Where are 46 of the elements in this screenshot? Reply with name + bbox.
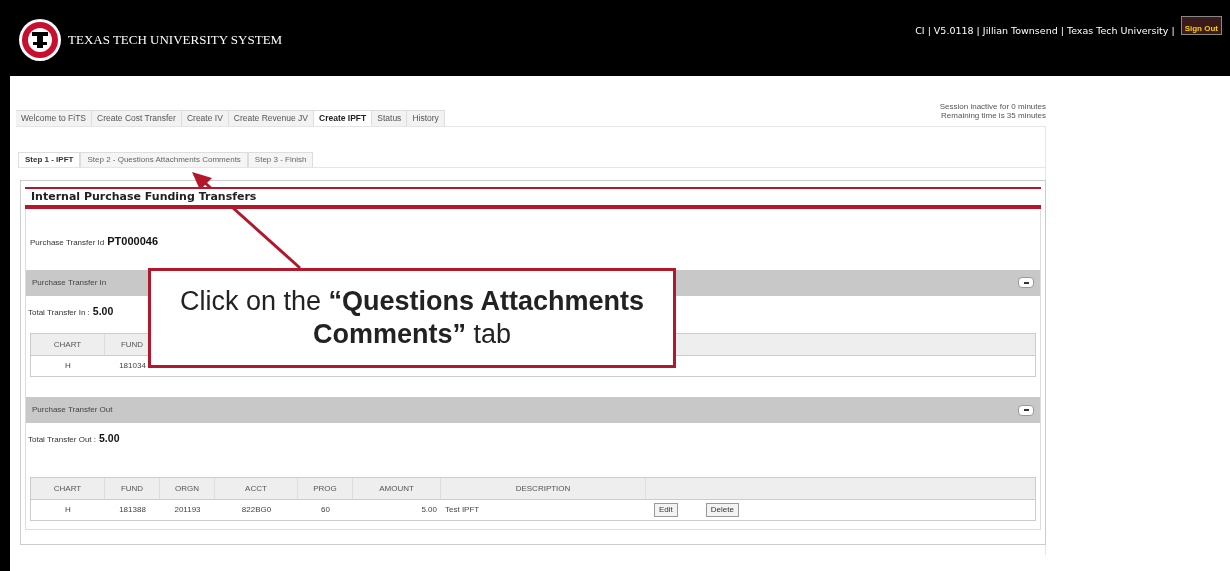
panel-title: Internal Purchase Funding Transfers [31, 188, 257, 206]
row-action-button[interactable]: Delete [705, 503, 739, 517]
transfer-id-value: PT000046 [107, 234, 159, 249]
user-info: CI | V5.0118 | Jillian Townsend | Texas Tech University | [915, 24, 1175, 38]
column-header: CHART [31, 334, 105, 356]
transfer-id-label: Purchase Transfer Id [30, 237, 105, 249]
column-header: ACCT [215, 478, 298, 499]
table-cell-text: 5.00 [420, 504, 438, 516]
table-cell-text: Test IPFT [444, 504, 481, 516]
step-tab[interactable]: Step 3 - Finish [247, 152, 314, 167]
column-header: AMOUNT [353, 478, 441, 499]
nav-tab[interactable]: History [407, 110, 445, 126]
column-header: ORGN [160, 478, 215, 499]
column-header: CHART [31, 478, 105, 499]
table-cell-text: 181388 [118, 504, 147, 516]
row-action-button[interactable]: Edit [654, 503, 678, 517]
step-tab[interactable]: Step 1 - IPFT [18, 152, 81, 167]
section-title: Purchase Transfer Out [32, 404, 113, 417]
section-title: Purchase Transfer In [32, 276, 107, 289]
nav-tab[interactable]: Create Revenue JV [228, 110, 314, 126]
table-cell-text: H [64, 504, 72, 516]
sign-out-button[interactable]: Sign Out [1180, 16, 1222, 35]
step-tab[interactable]: Step 2 - Questions Attachments Comments [80, 152, 248, 167]
total-label: Total Transfer In : [28, 306, 90, 319]
table-cell-text: 822BG0 [240, 504, 273, 516]
logo-icon [18, 18, 62, 62]
total-value: 5.00 [92, 303, 114, 319]
nav-tab[interactable]: Create IV [181, 110, 229, 126]
total-value: 5.00 [99, 431, 120, 447]
collapse-button[interactable] [1018, 404, 1034, 416]
column-header: DESCRIPTION [441, 478, 646, 499]
nav-tab[interactable]: Status [372, 110, 408, 126]
total-label: Total Transfer Out : [28, 434, 97, 447]
table-cell-text: H [64, 360, 72, 373]
nav-tab[interactable]: Create Cost Transfer [92, 110, 182, 126]
session-info: Session inactive for 0 minutes Remaining time is 35 minutes [939, 102, 1046, 120]
header-title: TEXAS TECH UNIVERSITY SYSTEM [68, 31, 283, 50]
table-cell-text: 60 [320, 504, 331, 516]
collapse-button[interactable] [1018, 277, 1034, 288]
table-cell-text: 201193 [173, 504, 202, 516]
column-header: FUND [105, 478, 160, 499]
table-cell-text: 181034 [118, 360, 147, 373]
callout-text: Click on the “Questions Attachments Comments” tab [178, 285, 646, 351]
nav-tab[interactable]: Welcome to FiTS [16, 110, 93, 126]
nav-tab[interactable]: Create IPFT [314, 110, 373, 126]
column-header: PROG [298, 478, 353, 499]
